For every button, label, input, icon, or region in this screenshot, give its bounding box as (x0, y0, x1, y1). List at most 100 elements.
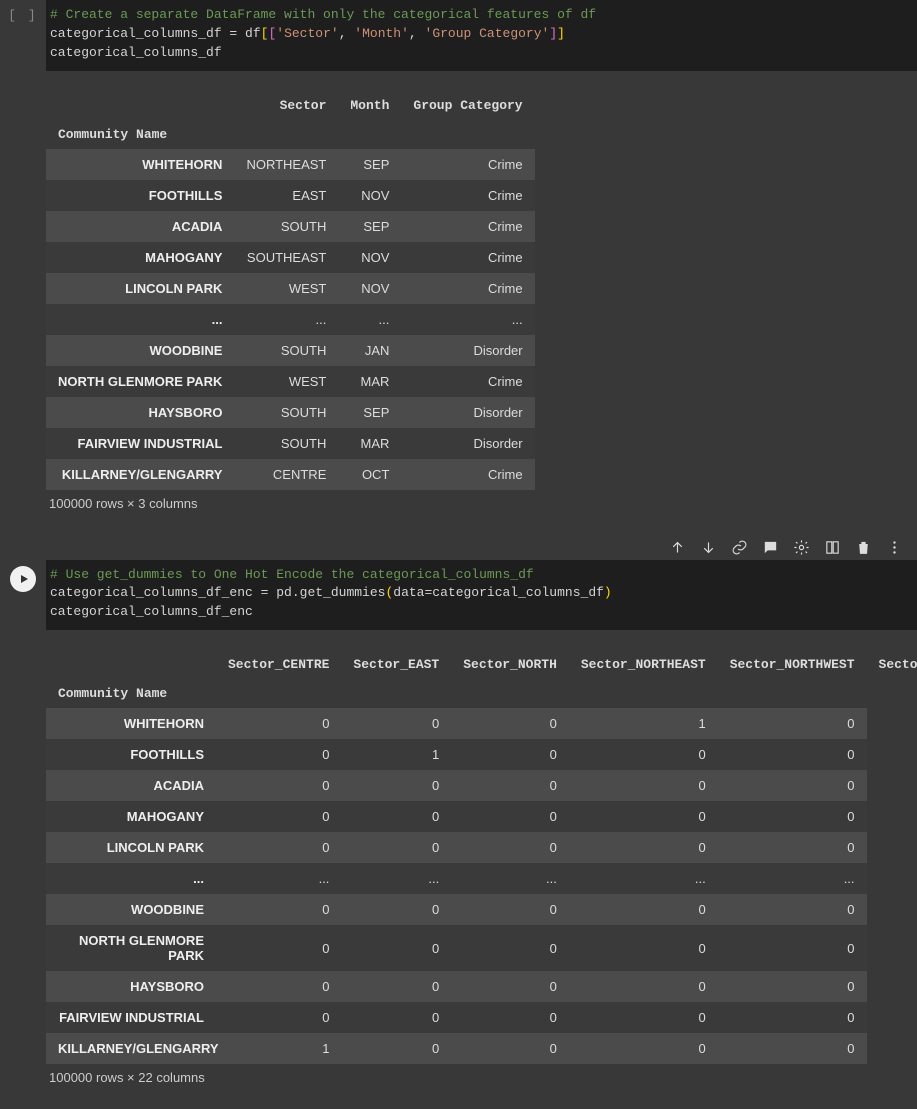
cell: Disorder (401, 397, 534, 428)
table-row: ACADIA00000 (46, 770, 917, 801)
cell: SOUTH (234, 335, 338, 366)
cell: 0 (451, 770, 569, 801)
cell: 0 (718, 708, 867, 739)
table-row: WHITEHORNNORTHEASTSEPCrime (46, 149, 535, 180)
row-index: WOODBINE (46, 335, 234, 366)
cell: ... (569, 863, 718, 894)
column-header: Sector_S (867, 650, 917, 679)
cell: 0 (341, 770, 451, 801)
cell: ... (338, 304, 401, 335)
row-index: ACADIA (46, 770, 216, 801)
cell: 0 (718, 832, 867, 863)
table-row: LINCOLN PARK00000 (46, 832, 917, 863)
table-row: HAYSBORO00000 (46, 971, 917, 1002)
gear-icon[interactable] (793, 539, 810, 556)
column-header: Sector_CENTRE (216, 650, 341, 679)
cell: 0 (341, 708, 451, 739)
cell-gutter (0, 560, 46, 592)
cell: Crime (401, 459, 534, 490)
cell: NOV (338, 273, 401, 304)
row-index: FOOTHILLS (46, 739, 216, 770)
column-header: Sector_EAST (341, 650, 451, 679)
cell: 1 (216, 1033, 341, 1064)
cell: 0 (341, 894, 451, 925)
code-comment: # Use get_dummies to One Hot Encode the … (50, 567, 534, 582)
cell: 0 (569, 739, 718, 770)
cell: Crime (401, 242, 534, 273)
table-row: KILLARNEY/GLENGARRYCENTREOCTCrime (46, 459, 535, 490)
cell: 0 (451, 1002, 569, 1033)
cell: 0 (718, 971, 867, 1002)
cell: 0 (451, 801, 569, 832)
cell: 0 (216, 832, 341, 863)
run-button[interactable] (10, 566, 36, 592)
table-row: FAIRVIEW INDUSTRIAL00000 (46, 1002, 917, 1033)
cell: ... (401, 304, 534, 335)
table-row: MAHOGANYSOUTHEASTNOVCrime (46, 242, 535, 273)
index-name: Community Name (46, 120, 234, 149)
cell: 0 (718, 925, 867, 971)
table-row: ACADIASOUTHSEPCrime (46, 211, 535, 242)
mirror-icon[interactable] (824, 539, 841, 556)
cell: 0 (216, 801, 341, 832)
cell: 0 (341, 801, 451, 832)
cell: SEP (338, 397, 401, 428)
code-editor[interactable]: # Use get_dummies to One Hot Encode the … (46, 560, 917, 631)
table-header-row: Sector Month Group Category (46, 91, 535, 120)
row-index: ACADIA (46, 211, 234, 242)
cell: Crime (401, 211, 534, 242)
cell: SEP (338, 149, 401, 180)
up-icon[interactable] (669, 539, 686, 556)
code-cell-1: [ ] # Create a separate DataFrame with o… (0, 0, 917, 71)
column-header: Sector (234, 91, 338, 120)
code-line: categorical_columns_df = df[['Sector', '… (50, 26, 565, 41)
cell: ... (451, 863, 569, 894)
table-row: NORTH GLENMORE PARK00000 (46, 925, 917, 971)
cell: 0 (451, 708, 569, 739)
cell: JAN (338, 335, 401, 366)
cell-gutter: [ ] (0, 0, 46, 23)
cell: Disorder (401, 335, 534, 366)
cell: WEST (234, 366, 338, 397)
cell: 0 (569, 801, 718, 832)
cell: WEST (234, 273, 338, 304)
code-line: categorical_columns_df_enc = pd.get_dumm… (50, 585, 612, 600)
cell: 0 (341, 1002, 451, 1033)
cell: 0 (341, 832, 451, 863)
cell: 0 (451, 1033, 569, 1064)
cell: ... (216, 863, 341, 894)
cell: 0 (569, 1002, 718, 1033)
table-row: WOODBINESOUTHJANDisorder (46, 335, 535, 366)
link-icon[interactable] (731, 539, 748, 556)
cell: 0 (216, 971, 341, 1002)
cell: EAST (234, 180, 338, 211)
cell: 0 (718, 770, 867, 801)
cell: 0 (451, 739, 569, 770)
cell: 0 (216, 894, 341, 925)
down-icon[interactable] (700, 539, 717, 556)
row-index: ... (46, 863, 216, 894)
cell: SOUTH (234, 428, 338, 459)
table-row: WHITEHORN00010 (46, 708, 917, 739)
table-row: .................. (46, 863, 917, 894)
cell: Crime (401, 149, 534, 180)
cell: SEP (338, 211, 401, 242)
row-index: KILLARNEY/GLENGARRY (46, 459, 234, 490)
cell: Crime (401, 180, 534, 211)
row-index: MAHOGANY (46, 242, 234, 273)
cell: ... (341, 863, 451, 894)
output-area-2: Sector_CENTRE Sector_EAST Sector_NORTH S… (0, 630, 917, 1109)
execution-bracket[interactable]: [ ] (8, 8, 37, 23)
cell: 0 (451, 832, 569, 863)
cell: 1 (341, 739, 451, 770)
row-index: FAIRVIEW INDUSTRIAL (46, 428, 234, 459)
corner-cell (46, 650, 216, 679)
cell: 0 (569, 971, 718, 1002)
code-editor[interactable]: # Create a separate DataFrame with only … (46, 0, 917, 71)
more-icon[interactable] (886, 539, 903, 556)
trash-icon[interactable] (855, 539, 872, 556)
cell: 0 (569, 1033, 718, 1064)
row-index: HAYSBORO (46, 397, 234, 428)
comment-icon[interactable] (762, 539, 779, 556)
row-index: LINCOLN PARK (46, 832, 216, 863)
